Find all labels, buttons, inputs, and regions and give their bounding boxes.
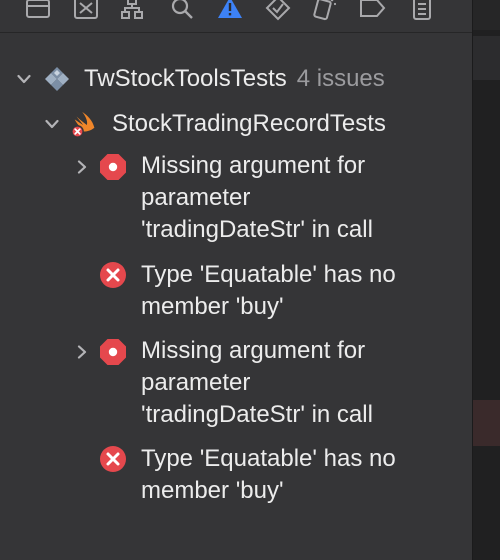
error-octagon-icon	[98, 337, 128, 367]
test-target-icon	[42, 64, 72, 94]
project-navigator-icon[interactable]	[24, 0, 52, 22]
issue-message: Type 'Equatable' has no member 'buy'	[141, 443, 463, 507]
breakpoint-navigator-icon[interactable]	[358, 0, 386, 22]
chevron-down-icon[interactable]	[17, 72, 31, 86]
issue-row[interactable]: Missing argument for parameter 'tradingD…	[0, 335, 472, 431]
report-navigator-icon[interactable]	[408, 0, 436, 22]
editor-edge	[473, 0, 500, 560]
issue-line: parameter	[141, 184, 251, 211]
chevron-right-icon[interactable]	[75, 160, 89, 174]
issue-line: member 'buy'	[141, 293, 284, 320]
chevron-down-icon[interactable]	[45, 117, 59, 131]
symbol-navigator-icon[interactable]	[118, 0, 146, 22]
editor-jump-bar	[473, 36, 500, 80]
issue-navigator-icon[interactable]	[216, 0, 244, 22]
editor-tab-bar	[473, 0, 500, 30]
issue-row[interactable]: Type 'Equatable' has no member 'buy'	[0, 443, 472, 507]
debug-navigator-icon[interactable]	[310, 0, 338, 22]
file-row[interactable]: StockTradingRecordTests	[0, 107, 472, 141]
issue-line: 'tradingDateStr' in call	[141, 401, 373, 428]
test-navigator-icon[interactable]	[264, 0, 292, 22]
swift-file-error-icon	[70, 109, 100, 139]
issue-message: Type 'Equatable' has no member 'buy'	[141, 259, 463, 323]
project-name: TwStockToolsTests	[84, 65, 287, 92]
file-name: StockTradingRecordTests	[112, 110, 386, 137]
issue-navigator-panel: TwStockToolsTests 4 issues StockTradingRe…	[0, 0, 473, 560]
toolbar-divider	[0, 32, 472, 33]
project-row[interactable]: TwStockToolsTests 4 issues	[0, 62, 472, 96]
error-octagon-icon	[98, 152, 128, 182]
issue-count: 4 issues	[296, 65, 385, 92]
project-label: TwStockToolsTests 4 issues	[84, 63, 385, 95]
issue-message: Missing argument for parameter 'tradingD…	[141, 335, 463, 431]
issue-line: member 'buy'	[141, 477, 284, 504]
source-control-icon[interactable]	[72, 0, 100, 22]
issue-line: Type 'Equatable' has no	[141, 261, 396, 288]
find-navigator-icon[interactable]	[168, 0, 196, 22]
issue-message: Missing argument for parameter 'tradingD…	[141, 150, 463, 246]
chevron-right-icon[interactable]	[75, 345, 89, 359]
navigator-toolbar	[0, 0, 472, 28]
issue-line: Missing argument for	[141, 337, 366, 364]
issue-line: Type 'Equatable' has no	[141, 445, 396, 472]
issue-line: 'tradingDateStr' in call	[141, 216, 373, 243]
issue-line: Missing argument for	[141, 152, 366, 179]
error-circle-icon	[98, 260, 128, 290]
issue-line: parameter	[141, 369, 251, 396]
issue-row[interactable]: Type 'Equatable' has no member 'buy'	[0, 259, 472, 323]
error-line-highlight	[473, 400, 500, 446]
error-circle-icon	[98, 444, 128, 474]
issue-row[interactable]: Missing argument for parameter 'tradingD…	[0, 150, 472, 246]
